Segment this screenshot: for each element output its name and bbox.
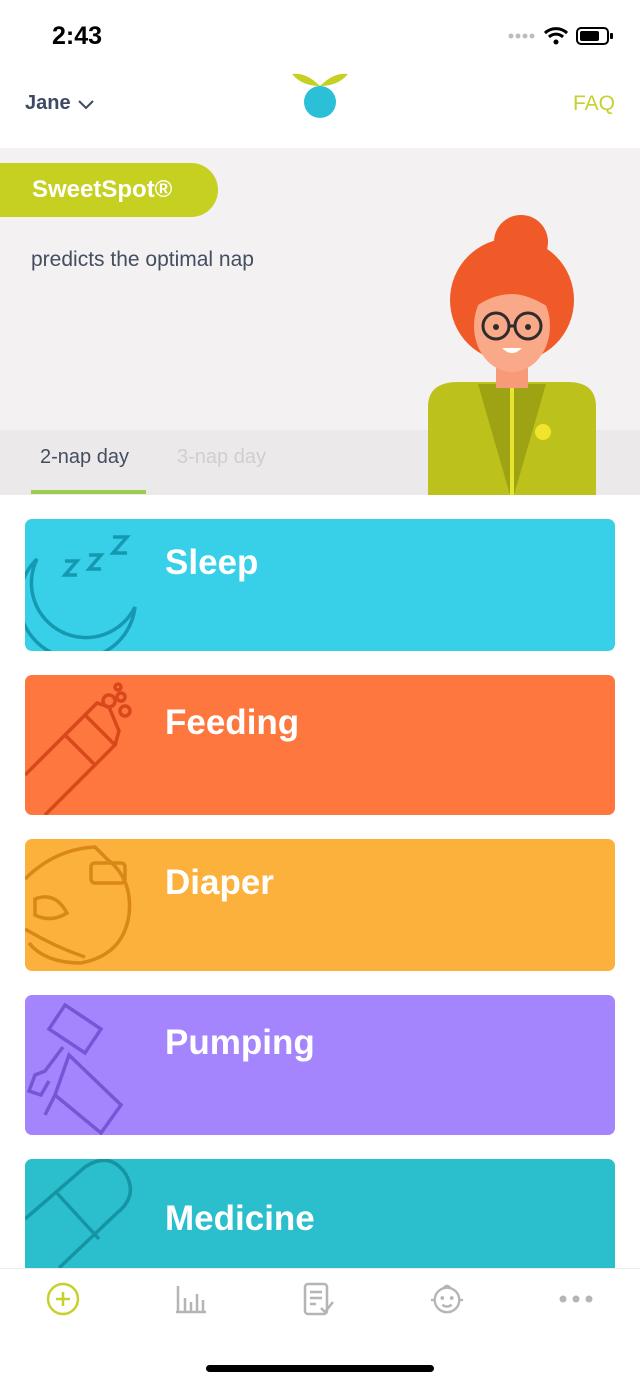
chevron-down-icon bbox=[77, 99, 94, 109]
breast-pump-icon bbox=[26, 1002, 124, 1135]
feeding-label: Feeding bbox=[165, 703, 300, 742]
medicine-label: Medicine bbox=[165, 1199, 315, 1238]
feeding-card[interactable]: Feeding bbox=[25, 675, 615, 815]
wifi-icon bbox=[544, 27, 568, 45]
bar-chart-icon bbox=[176, 1286, 206, 1314]
mascot-illustration bbox=[428, 215, 596, 495]
signal-icon bbox=[508, 33, 535, 39]
nav-baby[interactable] bbox=[430, 1282, 464, 1316]
add-circle-icon bbox=[46, 1282, 80, 1316]
status-time: 2:43 bbox=[52, 22, 103, 50]
pumping-card[interactable]: Pumping bbox=[25, 995, 615, 1135]
more-dots-icon bbox=[559, 1295, 593, 1303]
pumping-label: Pumping bbox=[165, 1023, 315, 1062]
nav-add[interactable] bbox=[46, 1282, 80, 1316]
checklist-icon bbox=[303, 1282, 334, 1316]
diaper-label: Diaper bbox=[165, 863, 274, 902]
promo-subtitle: predicts the optimal nap bbox=[31, 248, 254, 271]
profile-switcher[interactable]: Jane bbox=[25, 92, 95, 115]
tab-3-nap-day[interactable]: 3-nap day bbox=[177, 446, 266, 469]
moon-zzz-icon bbox=[25, 535, 137, 651]
active-tab-indicator bbox=[31, 490, 146, 494]
profile-name: Jane bbox=[25, 92, 71, 114]
pill-icon bbox=[25, 1159, 133, 1268]
diaper-card[interactable]: Diaper bbox=[25, 839, 615, 971]
status-indicators bbox=[508, 26, 614, 46]
nav-stats[interactable] bbox=[174, 1282, 208, 1316]
app-logo-icon bbox=[292, 73, 348, 118]
faq-link[interactable]: FAQ bbox=[573, 92, 615, 116]
baby-bottle-icon bbox=[25, 682, 132, 815]
sleep-card[interactable]: Sleep bbox=[25, 519, 615, 651]
tab-2-nap-day[interactable]: 2-nap day bbox=[40, 446, 129, 469]
diaper-icon bbox=[25, 845, 132, 965]
sweetspot-badge: SweetSpot® bbox=[0, 163, 218, 217]
baby-face-icon bbox=[430, 1284, 464, 1314]
nav-log[interactable] bbox=[301, 1282, 335, 1316]
battery-icon bbox=[576, 27, 613, 45]
nav-more[interactable] bbox=[558, 1282, 594, 1316]
sleep-label: Sleep bbox=[165, 543, 259, 582]
home-indicator bbox=[206, 1365, 434, 1372]
medicine-card[interactable]: Medicine bbox=[25, 1159, 615, 1268]
